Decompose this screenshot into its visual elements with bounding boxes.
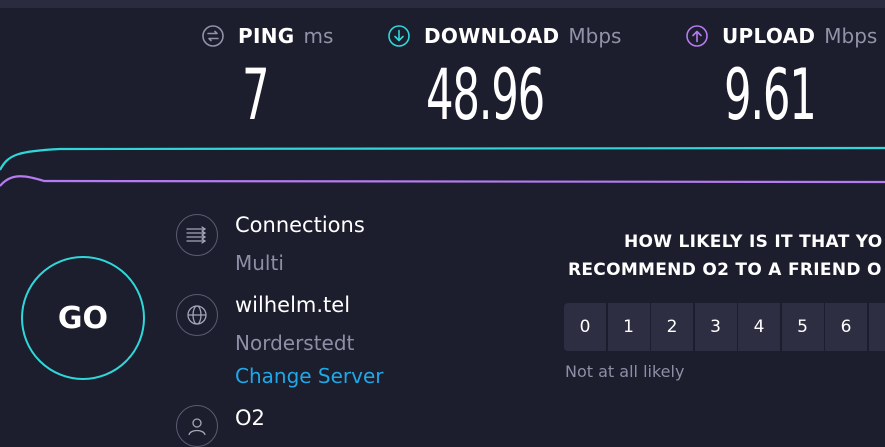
download-value: 48.96 bbox=[426, 54, 545, 136]
upload-metric: UPLOAD Mbps 9.61 bbox=[686, 20, 877, 150]
download-unit: Mbps bbox=[568, 24, 622, 48]
scale-button-0[interactable]: 0 bbox=[564, 303, 606, 351]
ping-unit: ms bbox=[303, 24, 334, 48]
scale-button-3[interactable]: 3 bbox=[694, 303, 737, 351]
upload-header: UPLOAD Mbps bbox=[686, 20, 877, 52]
upload-speed-line bbox=[0, 175, 885, 187]
connections-title: Connections bbox=[235, 213, 365, 237]
scale-button-1[interactable]: 1 bbox=[607, 303, 650, 351]
server-location: Norderstedt bbox=[235, 331, 355, 355]
go-button[interactable]: GO bbox=[21, 256, 145, 380]
scale-button-6[interactable]: 6 bbox=[825, 303, 867, 351]
ping-header: PING ms bbox=[202, 20, 333, 52]
change-server-link[interactable]: Change Server bbox=[235, 364, 384, 388]
survey-question-line2: RECOMMEND O2 TO A FRIEND O bbox=[568, 260, 882, 280]
recommend-scale: 0 1 2 3 4 5 6 bbox=[564, 303, 885, 351]
speed-graph bbox=[0, 146, 885, 187]
download-arrow-icon bbox=[388, 25, 410, 47]
connections-icon bbox=[176, 214, 218, 256]
download-metric: DOWNLOAD Mbps 48.96 bbox=[388, 20, 621, 150]
survey-question-line1: HOW LIKELY IS IT THAT YO bbox=[624, 232, 883, 252]
download-label: DOWNLOAD bbox=[424, 24, 560, 48]
upload-label: UPLOAD bbox=[722, 24, 816, 48]
scale-button-partial[interactable] bbox=[868, 303, 885, 351]
scale-button-4[interactable]: 4 bbox=[738, 303, 780, 351]
ping-icon bbox=[202, 25, 224, 47]
server-title: wilhelm.tel bbox=[235, 293, 351, 317]
upload-arrow-icon bbox=[686, 25, 708, 47]
upload-unit: Mbps bbox=[824, 24, 878, 48]
scale-button-2[interactable]: 2 bbox=[651, 303, 693, 351]
provider-title: O2 bbox=[235, 406, 265, 430]
upload-value: 9.61 bbox=[724, 54, 817, 136]
user-icon bbox=[176, 405, 218, 447]
ping-metric: PING ms 7 bbox=[202, 20, 333, 150]
ping-label: PING bbox=[238, 24, 295, 48]
ping-value: 7 bbox=[242, 54, 270, 136]
scale-button-5[interactable]: 5 bbox=[781, 303, 824, 351]
download-header: DOWNLOAD Mbps bbox=[388, 20, 621, 52]
connections-value: Multi bbox=[235, 251, 284, 275]
download-speed-line bbox=[0, 146, 885, 171]
top-strip bbox=[0, 0, 885, 8]
globe-icon bbox=[176, 294, 218, 336]
scale-low-label: Not at all likely bbox=[565, 362, 685, 381]
